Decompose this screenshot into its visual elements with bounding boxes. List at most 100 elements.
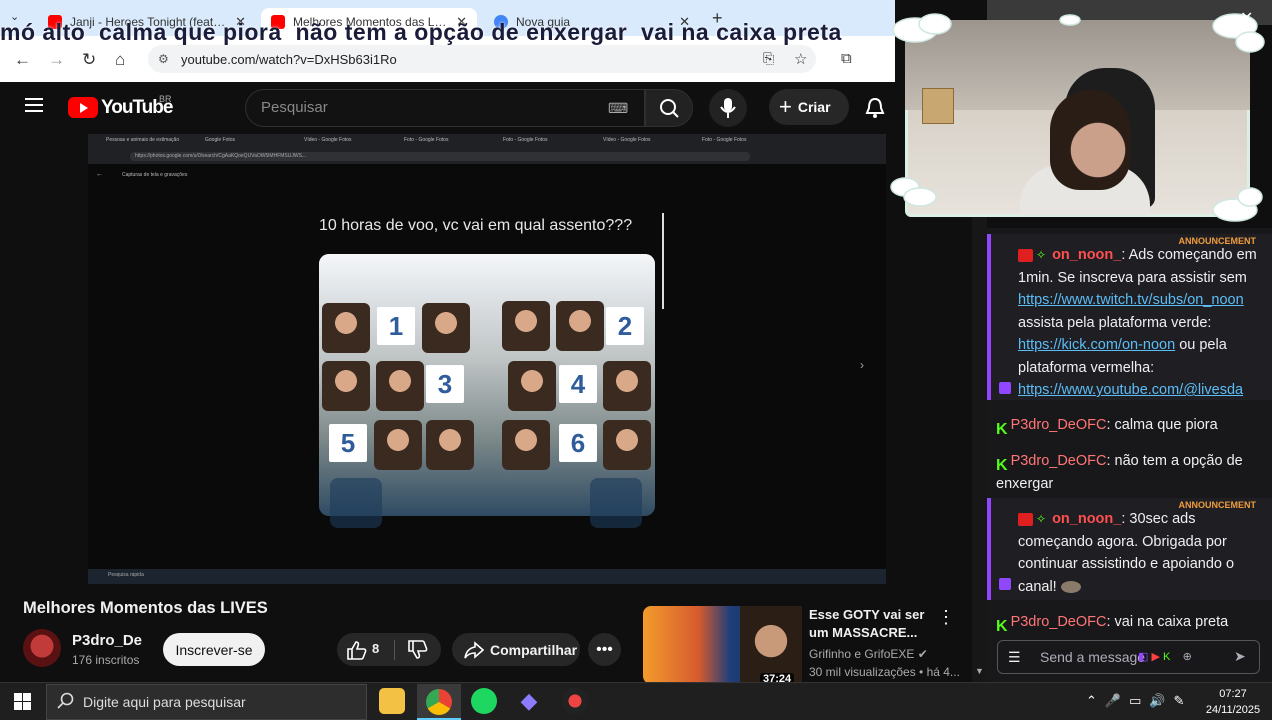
chat-username[interactable]: on_noon_ [1052, 511, 1121, 527]
system-tray-icons[interactable]: ⌃🎤▭🔊✎ [1086, 693, 1192, 709]
url-text[interactable]: youtube.com/watch?v=DxHSb63i1Ro [181, 52, 397, 67]
recommendation-title[interactable]: Esse GOTY vai ser um MASSACRE... [809, 606, 929, 642]
twitch-badge-icon [999, 382, 1011, 394]
captured-back-arrow-icon: ← [96, 171, 103, 178]
seat-number: 6 [559, 424, 597, 462]
thumbs-up-icon [347, 641, 367, 660]
file-explorer-icon[interactable] [379, 688, 405, 714]
recommendation-meta: 30 mil visualizações • há 4... [809, 665, 960, 679]
streamlabs-icon[interactable]: ◆ [516, 688, 542, 714]
captured-taskbar: Pesquisa rápida [88, 569, 886, 584]
forward-arrow-icon[interactable]: → [48, 50, 65, 70]
subscribe-button[interactable]: Inscrever-se [163, 633, 265, 666]
captured-tab: Foto - Google Fotos [404, 137, 449, 143]
install-app-icon[interactable]: ⎘ [763, 50, 774, 67]
captured-tab: Foto - Google Fotos [702, 137, 747, 143]
person-photo [322, 361, 370, 411]
cabin-ceiling [319, 254, 655, 294]
seat-number: 5 [329, 424, 367, 462]
globe-icon: ⊕ [1182, 651, 1192, 663]
person-photo [603, 420, 651, 470]
captured-tab: Google Fotos [205, 137, 236, 143]
voice-search-button[interactable] [709, 89, 747, 127]
youtube-logo-icon[interactable] [68, 97, 98, 118]
search-button[interactable] [645, 89, 693, 127]
search-icon [57, 692, 75, 715]
chat-menu-icon[interactable]: ☰ [1008, 649, 1021, 666]
chat-link[interactable]: https://www.youtube.com/@livesda [1018, 382, 1243, 398]
seat-number: 1 [377, 307, 415, 345]
kick-badge-icon: K [996, 617, 1008, 635]
menu-hamburger-icon[interactable] [25, 98, 43, 112]
twitch-icon: ◧ [1138, 651, 1149, 663]
create-label: Criar [797, 99, 831, 115]
obs-icon[interactable] [562, 688, 588, 714]
chat-username[interactable]: P3dro_DeOFC [1011, 614, 1107, 630]
spotify-icon[interactable] [471, 688, 497, 714]
share-label: Compartilhar [490, 641, 578, 658]
chat-message: ✧ on_noon_: Ads começando em 1min. Se ins… [1018, 244, 1270, 402]
close-icon[interactable]: ✕ [1240, 8, 1253, 28]
more-actions-button[interactable]: ••• [588, 633, 621, 666]
notifications-bell-icon[interactable] [864, 96, 886, 125]
sprout-badge-icon: ✧ [1036, 512, 1047, 526]
seat-number: 2 [606, 307, 644, 345]
chat-platform-icons: ◧ ▶ K ⊕ [1138, 650, 1192, 663]
share-arrow-icon [464, 640, 484, 659]
emote-icon [1060, 580, 1081, 593]
bookmark-star-icon[interactable]: ☆ [794, 50, 807, 68]
create-button[interactable]: + Criar [769, 89, 849, 125]
captured-tab: Pessoas e animais de estimação [106, 137, 180, 143]
captured-tab: Vídeo - Google Fotos [603, 137, 651, 143]
chat-text: : 30sec ads começando agora. Obrigada po… [1018, 511, 1235, 595]
chrome-icon[interactable] [426, 689, 452, 715]
chat-link[interactable]: https://www.twitch.tv/subs/on_noon [1018, 292, 1244, 308]
chat-message: ✧ on_noon_: 30sec ads começando agora. Ob… [1018, 508, 1263, 598]
chat-username[interactable]: P3dro_DeOFC [1011, 453, 1107, 469]
captured-url-bar: https://photos.google.com/u/0/search/CgA… [130, 152, 750, 161]
taskbar-clock[interactable]: 07:27 24/11/2025 [1198, 686, 1268, 718]
airplane-seat [590, 478, 642, 528]
reload-icon[interactable]: ↻ [82, 50, 96, 70]
windows-start-icon[interactable] [14, 693, 31, 715]
scroll-down-arrow-icon[interactable]: ▼ [975, 666, 984, 676]
person-photo [426, 420, 474, 470]
like-button[interactable] [346, 640, 368, 665]
kick-badge-icon: K [996, 420, 1008, 438]
person-photo [374, 420, 422, 470]
site-info-icon[interactable]: ⚙ [158, 52, 169, 66]
recommendation-channel[interactable]: Grifinho e GrifoEXE ✔ [809, 647, 928, 661]
share-button[interactable]: Compartilhar [452, 633, 580, 666]
chat-text: : vai na caixa preta [1106, 614, 1229, 630]
video-title: Melhores Momentos das LIVES [23, 599, 268, 617]
channel-name[interactable]: P3dro_De [72, 632, 142, 649]
camera-badge-icon [1018, 512, 1033, 526]
captured-tab: Foto - Google Fotos [503, 137, 548, 143]
country-code: BR [159, 94, 172, 104]
captured-url: https://photos.google.com/u/0/search/CgA… [135, 153, 307, 159]
extensions-icon[interactable]: ⧉ [841, 50, 852, 67]
person-photo [422, 303, 470, 353]
camera-badge-icon [1018, 248, 1033, 262]
chat-username[interactable]: on_noon_ [1052, 247, 1121, 263]
person-photo [556, 301, 604, 351]
meme-title: 10 horas de voo, vc vai em qual assento?… [319, 217, 633, 234]
chat-text: : calma que piora [1106, 417, 1218, 433]
captured-scrollbar [662, 213, 664, 309]
chat-input-placeholder: Send a message [1040, 649, 1146, 665]
chat-link[interactable]: https://kick.com/on-noon [1018, 337, 1175, 353]
plus-icon: + [779, 94, 792, 119]
keyboard-icon[interactable]: ⌨ [608, 100, 628, 117]
recommendation-more-icon[interactable]: ⋮ [937, 607, 955, 628]
chat-text: assista pela plataforma verde: [1018, 314, 1212, 331]
home-icon[interactable]: ⌂ [115, 50, 125, 70]
chat-username[interactable]: P3dro_DeOFC [1011, 417, 1107, 433]
dislike-button[interactable] [407, 640, 429, 665]
back-arrow-icon[interactable]: ← [14, 50, 31, 70]
channel-avatar[interactable] [23, 629, 61, 667]
send-arrow-icon[interactable]: ➤ [1234, 648, 1246, 665]
person-photo [502, 301, 550, 351]
thumbs-down-icon [408, 640, 428, 659]
like-count: 8 [372, 641, 380, 656]
person-photo [376, 361, 424, 411]
